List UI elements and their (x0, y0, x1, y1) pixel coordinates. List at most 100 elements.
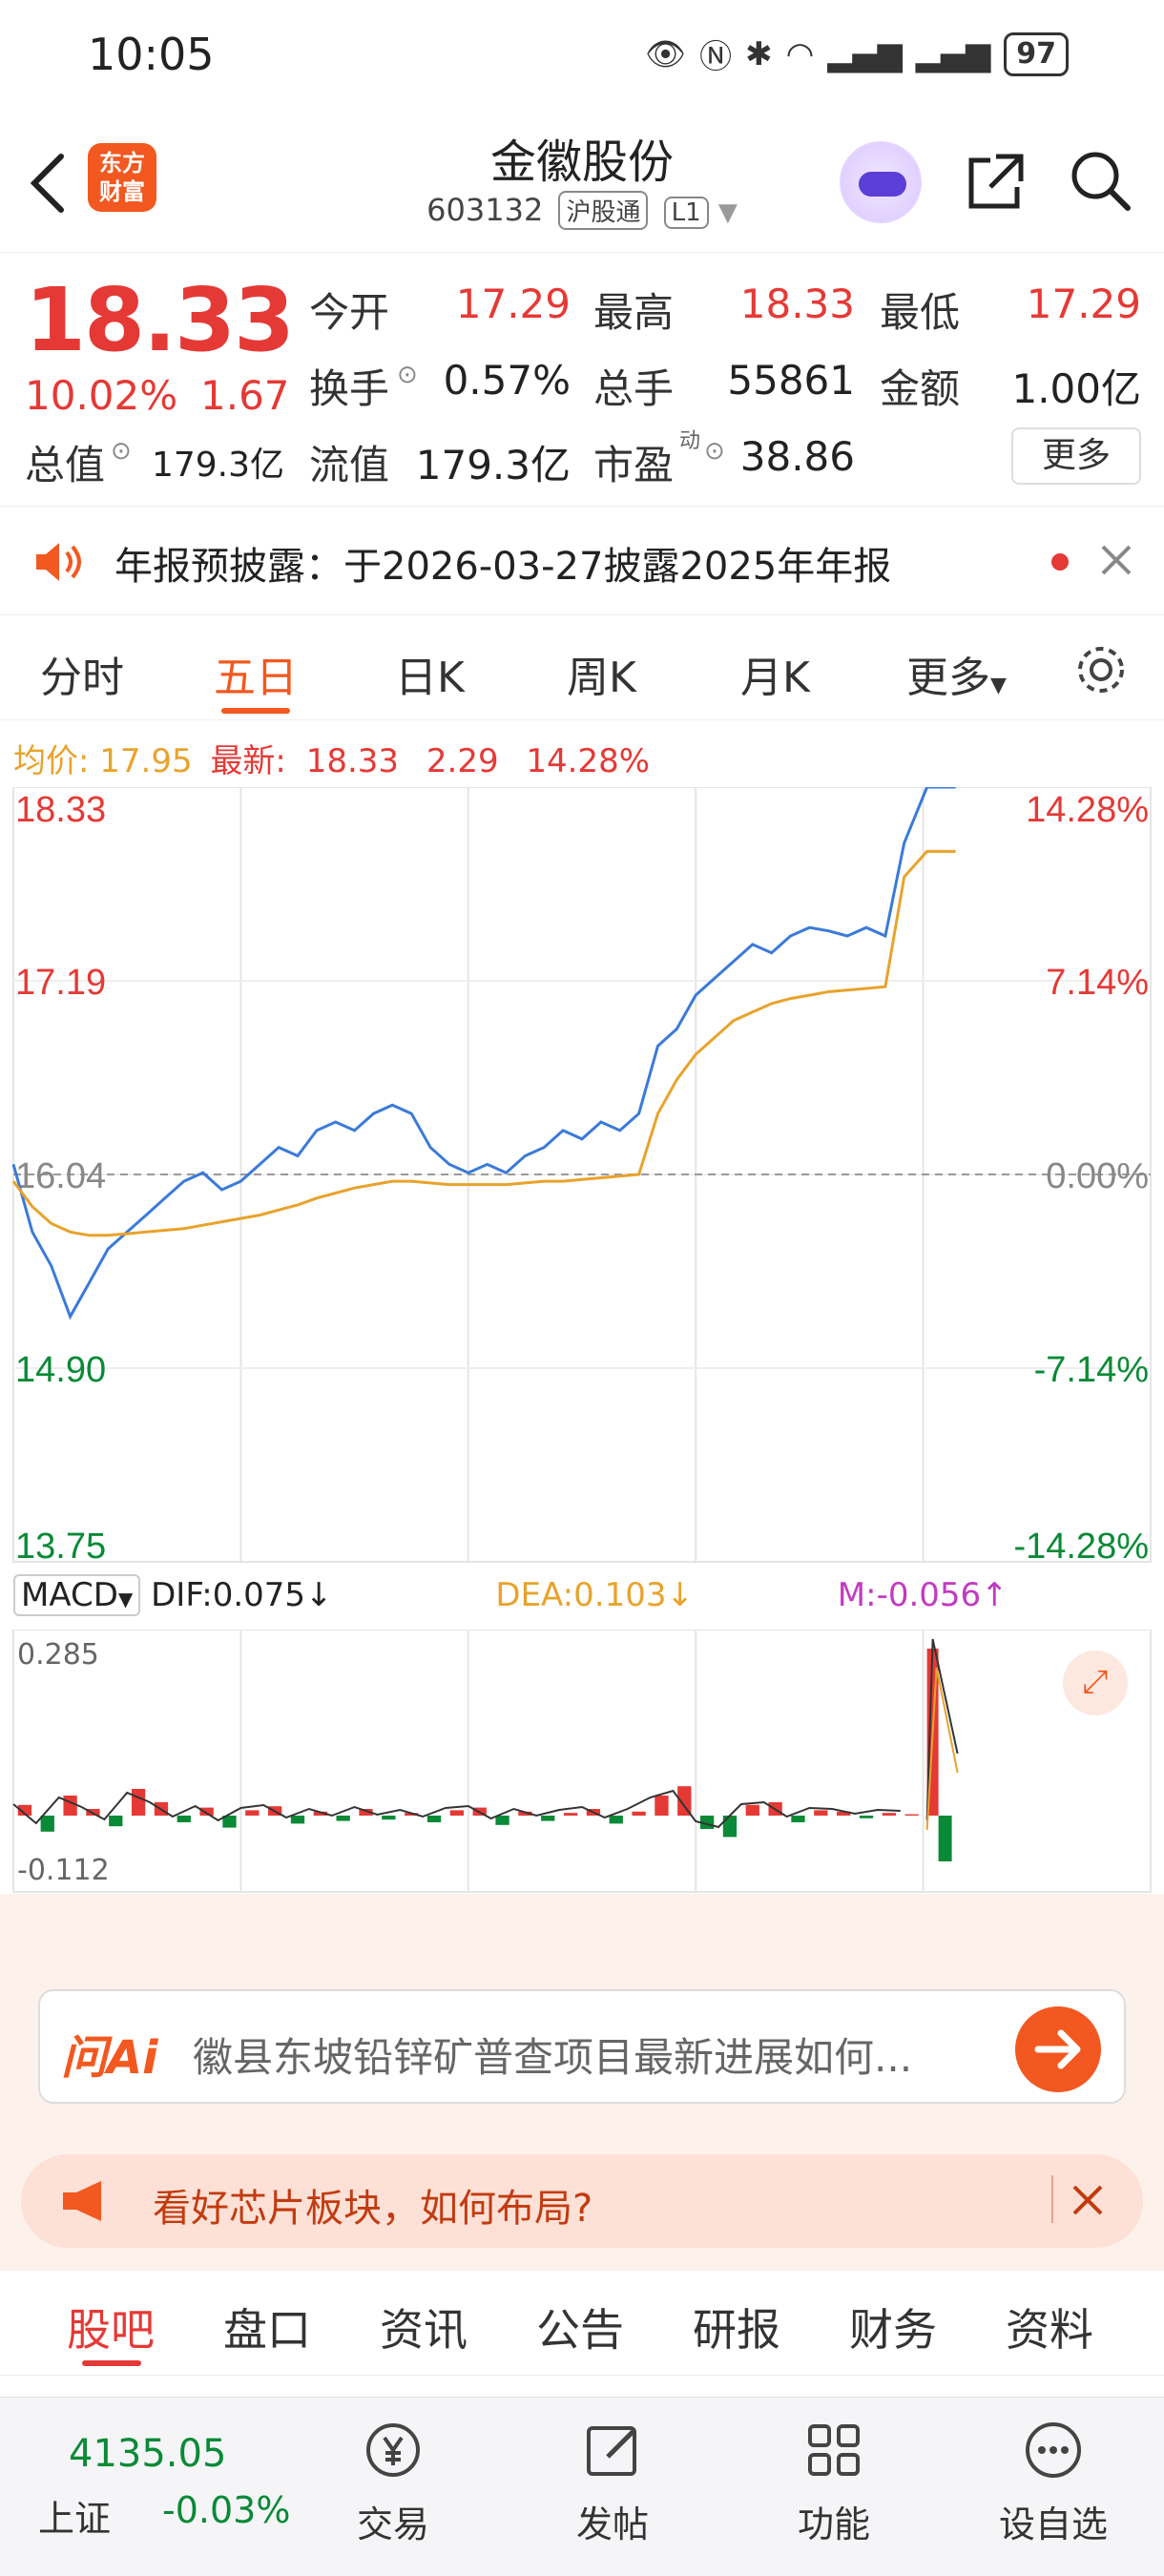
macd-bar (609, 1816, 623, 1824)
tab-intraday[interactable]: 分时 (40, 643, 124, 704)
open-label: 今开 (309, 289, 390, 336)
low-label: 最低 (880, 289, 961, 336)
turnover-value: 0.57% (443, 357, 571, 404)
macd-bar (109, 1816, 123, 1827)
macd-bar (63, 1796, 77, 1816)
megaphone-icon (63, 2181, 101, 2221)
info-icon[interactable]: ⊙ (111, 437, 132, 466)
macd-selector[interactable]: MACD▼ (13, 1574, 141, 1616)
open-value: 17.29 (455, 280, 571, 327)
avg-label: 均价: (13, 742, 90, 780)
content-tabs: 股吧 盘口 资讯 公告 研报 财务 资料 (0, 2271, 1164, 2376)
period-tabs: 分时 五日 日K 周K 月K 更多▼ (0, 620, 1164, 720)
more-quote-button[interactable]: 更多 (1011, 427, 1141, 485)
macd-bar (131, 1789, 146, 1816)
tab-announcements[interactable]: 公告 (536, 2296, 624, 2358)
caret-down-icon[interactable]: ▼ (718, 198, 738, 227)
tab-forum[interactable]: 股吧 (67, 2296, 155, 2358)
close-icon[interactable] (1069, 2181, 1107, 2219)
tab-day-k[interactable]: 日K (395, 643, 465, 704)
nav-post[interactable]: 发帖 (527, 2417, 698, 2547)
macd-bar (632, 1811, 646, 1816)
close-icon[interactable] (1097, 541, 1135, 579)
y-tick-right: -7.14% (1034, 1350, 1149, 1390)
ai-question-box[interactable]: 问Ai 徽县东坡铅锌矿普查项目最新进展如何... (38, 1989, 1126, 2104)
avg-price-line (11, 849, 956, 1237)
latest-change: 2.29 (426, 742, 499, 780)
turnover-label: 换手 (309, 365, 390, 412)
macd-frame (12, 1630, 1152, 1893)
dif-line (12, 1789, 901, 1829)
macd-bar (655, 1796, 669, 1816)
share-icon[interactable] (962, 149, 1029, 216)
macd-bar (904, 1814, 919, 1816)
avg-value: 17.95 (99, 742, 193, 780)
macd-bar (426, 1816, 442, 1822)
mktcap-label: 总值 (25, 442, 106, 488)
macd-bar (290, 1816, 305, 1824)
tab-orderbook[interactable]: 盘口 (223, 2296, 311, 2358)
info-icon[interactable]: ⊙ (397, 361, 418, 389)
chart-legend: 均价: 17.95 最新: 18.33 2.29 14.28% (13, 735, 650, 781)
y-tick-left: 13.75 (15, 1527, 106, 1567)
nav-watchlist[interactable]: 设自选 (967, 2417, 1139, 2547)
signal2-icon: ▂▄▆ (915, 34, 991, 73)
tab-research[interactable]: 研报 (693, 2296, 780, 2358)
macd-chart[interactable]: 0.285-0.112⤢01/2001/2101/2201/2301/26 (0, 1630, 1164, 1916)
connect-tag: 沪股通 (558, 191, 649, 230)
y-tick-right: 7.14% (1046, 963, 1149, 1003)
price-line (11, 787, 956, 1320)
arrow-right-icon[interactable] (1015, 2006, 1101, 2092)
nav-trade[interactable]: 交易 (307, 2417, 479, 2547)
amount-label: 金额 (880, 365, 961, 412)
ai-question-text: 徽县东坡铅锌矿普查项目最新进展如何... (193, 2034, 913, 2081)
nav-functions[interactable]: 功能 (748, 2417, 920, 2547)
macd-bar (745, 1804, 759, 1816)
status-icons: 👁 Ⓝ ✱ ◠ ▂▄▆ ▂▄▆ 97 (645, 31, 1069, 77)
latest-value: 18.33 (305, 742, 400, 780)
tab-month-k[interactable]: 月K (740, 643, 810, 704)
settings-gear-icon[interactable] (1072, 641, 1130, 698)
more-dots-icon (1026, 2422, 1081, 2478)
bluetooth-icon: ✱ (745, 34, 773, 73)
tab-news[interactable]: 资讯 (380, 2296, 468, 2358)
search-icon[interactable] (1067, 147, 1133, 214)
change-amount: 1.67 (200, 372, 290, 419)
promo-banner[interactable]: 看好芯片板块，如何布局? (21, 2154, 1143, 2248)
dea-value: 0.103↓ (573, 1576, 694, 1614)
low-value: 17.29 (1026, 280, 1141, 327)
bottom-bar: 4135.05 上证 -0.03% 交易 发帖 功能 设自选 (0, 2397, 1164, 2576)
y-tick-left: 17.19 (15, 963, 106, 1003)
wifi-icon: ◠ (785, 34, 815, 73)
caret-down-icon: ▼ (117, 1588, 134, 1610)
macd-min-label: -0.112 (17, 1854, 110, 1887)
index-name: 上证 (38, 2498, 112, 2540)
notice-bar[interactable]: 年报预披露：于2026-03-27披露2025年年报 (0, 506, 1164, 615)
quote-panel: 18.33 10.02% 1.67 今开 17.29 最高 18.33 最低 1… (0, 256, 1164, 499)
latest-label: 最新: (210, 742, 286, 780)
edit-icon (587, 2426, 636, 2476)
index-value: 4135.05 (69, 2432, 227, 2476)
active-subtab-indicator (82, 2360, 141, 2366)
macd-bar (382, 1816, 396, 1820)
info-icon[interactable]: ⊙ (704, 437, 725, 466)
level-tag: L1 (663, 197, 709, 229)
tab-five-day[interactable]: 五日 (214, 643, 298, 704)
five-day-price-chart[interactable]: 18.33 17.19 16.04 14.90 13.75 14.28% 7.14% 0.00… (0, 787, 1164, 1569)
volume-value: 55861 (727, 357, 855, 404)
ai-robot-icon[interactable] (840, 141, 922, 223)
stock-code: 603132 (426, 192, 544, 228)
y-tick-right: -14.28% (1013, 1527, 1149, 1567)
high-label: 最高 (593, 289, 675, 336)
tab-profile[interactable]: 资料 (1006, 2296, 1093, 2358)
status-bar: 10:05 👁 Ⓝ ✱ ◠ ▂▄▆ ▂▄▆ 97 (0, 0, 1164, 114)
tab-week-k[interactable]: 周K (567, 643, 636, 704)
tab-financials[interactable]: 财务 (849, 2296, 937, 2358)
dea-label: DEA: (495, 1576, 574, 1614)
m-value: -0.056↑ (876, 1576, 1008, 1614)
status-time: 10:05 (88, 29, 215, 80)
amount-value: 1.00亿 (1011, 365, 1141, 412)
mktcap-value: 179.3亿 (151, 446, 284, 485)
volume-label: 总手 (593, 365, 675, 412)
tab-more[interactable]: 更多▼ (906, 643, 1007, 704)
